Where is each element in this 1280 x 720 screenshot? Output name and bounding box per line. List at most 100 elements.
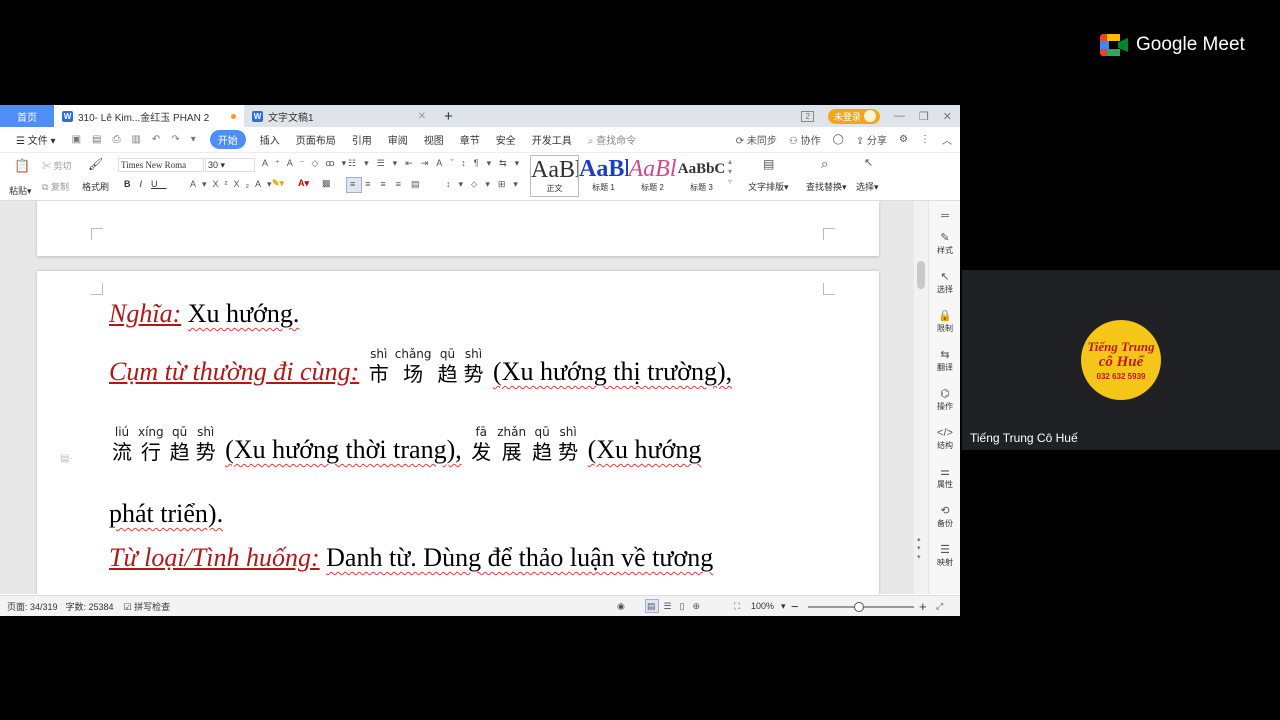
paragraph-handle-icon[interactable]: ▤· <box>60 453 73 464</box>
format-painter-icon[interactable]: 🖌 <box>88 157 103 171</box>
preview-icon[interactable]: ▥ <box>131 134 140 145</box>
select-cursor-icon[interactable]: ↖ <box>864 156 873 169</box>
spacing-tools[interactable]: ↕▾⬦▾⊞▾ <box>446 179 526 190</box>
align-tools[interactable]: ≡≡≡≡▤ <box>350 179 430 190</box>
zoom-dropdown-icon[interactable]: ▾ <box>781 601 786 612</box>
participant-tile[interactable]: Tiếng Trung cô Huế 032 632 5939 Tiếng Tr… <box>962 270 1280 450</box>
zoom-slider-knob[interactable] <box>854 602 864 612</box>
tab-document-2[interactable]: W 文字文稿1 ✕ <box>244 105 434 127</box>
font-size-select[interactable]: 30 ▾ <box>205 158 255 172</box>
save-icon[interactable]: ▣ <box>72 134 81 145</box>
zoom-level[interactable]: 100% <box>751 601 774 611</box>
style-heading-2[interactable]: AaBl 标题 2 <box>628 155 677 197</box>
text-format-tools[interactable]: BIU <box>124 179 167 189</box>
find-replace-button[interactable]: 查找替换▾ <box>806 180 847 193</box>
side-mapping[interactable]: ☰ 映射 <box>929 543 961 568</box>
side-restrict[interactable]: 🔒 限制 <box>929 309 961 334</box>
menu-tab-section[interactable]: 章节 <box>452 132 488 147</box>
view-mode-icons[interactable]: ▤☰▯⊕ <box>647 601 708 612</box>
copy-button[interactable]: ⧉ 复制 <box>42 180 69 193</box>
tab-home[interactable]: 首页 <box>0 105 54 127</box>
tab-document-active[interactable]: W 310- Lê Kim...金红玉 PHAN 2 <box>54 105 244 127</box>
more-icon[interactable]: ⋮ <box>920 134 930 145</box>
hanzi-char: 展 <box>501 440 522 464</box>
script-tools[interactable]: A▾X²X₂A▾ <box>190 179 278 190</box>
eye-protection-icon[interactable]: ◉ <box>617 601 625 612</box>
vertical-scrollbar[interactable]: ▴ ▾ ▾ <box>914 201 928 594</box>
zoom-slider[interactable] <box>808 602 914 612</box>
menu-tab-insert[interactable]: 插入 <box>252 132 288 147</box>
redo-icon[interactable]: ↷ <box>171 134 179 145</box>
menu-tab-developer[interactable]: 开发工具 <box>524 132 580 147</box>
participant-avatar: Tiếng Trung cô Huế 032 632 5939 <box>1081 320 1161 400</box>
side-properties[interactable]: ⚌ 属性 <box>929 465 961 490</box>
format-painter-button[interactable]: 格式刷 <box>82 180 109 193</box>
sync-status[interactable]: ⟳ 未同步 <box>736 132 777 147</box>
quick-access-toolbar: ▣ ▤ ⎙ ▥ ↶ ↷ ▾ <box>64 134 204 145</box>
list-tools[interactable]: ☷▾☰▾⇤⇥Aˇ↕¶▾⇆▾ <box>348 158 527 169</box>
fullscreen-icon[interactable]: ⤢ <box>936 601 943 612</box>
menu-tab-review[interactable]: 审阅 <box>380 132 416 147</box>
side-backup[interactable]: ⟲ 备份 <box>929 504 961 529</box>
settings-icon[interactable]: ⚙ <box>899 134 908 145</box>
menu-search[interactable]: ⌕ 查找命令 <box>580 132 644 147</box>
spell-check-button[interactable]: ☑ 拼写检查 <box>124 600 171 613</box>
restore-icon[interactable]: ❐ <box>919 110 929 123</box>
document-canvas[interactable]: Nghĩa: Xu hướng. Cụm từ thường đi cùng: … <box>0 201 960 594</box>
text-layout-icon[interactable]: ▤ <box>763 157 774 171</box>
collaborate-button[interactable]: ⚇ 协作 <box>789 132 821 147</box>
export-icon[interactable]: ▤ <box>92 134 101 145</box>
fit-page-icon[interactable]: ⛶ <box>734 601 740 612</box>
print-icon[interactable]: ⎙ <box>112 134 120 145</box>
minimize-icon[interactable]: — <box>894 110 905 122</box>
share-button[interactable]: ⇪ 分享 <box>856 132 887 147</box>
text-layout-button[interactable]: 文字排版▾ <box>748 180 789 193</box>
styles-scroll-icon[interactable]: ▴ ▾ ▿ <box>728 157 732 187</box>
side-styles[interactable]: ✎ 样式 <box>929 231 961 256</box>
menu-tab-view[interactable]: 视图 <box>416 132 452 147</box>
cut-button[interactable]: ✂ 剪切 <box>42 159 72 172</box>
scroll-arrows-icon[interactable]: ▴ ▾ ▾ <box>917 535 921 562</box>
menu-tab-references[interactable]: 引用 <box>344 132 380 147</box>
style-heading-3[interactable]: AaBbC 标题 3 <box>677 155 726 197</box>
select-button[interactable]: 选择▾ <box>856 180 879 193</box>
new-tab-button[interactable]: + <box>434 105 463 127</box>
side-select[interactable]: ↖ 选择 <box>929 270 961 295</box>
comment-icon[interactable]: ◯ <box>833 134 844 145</box>
pinyin-reading: shì <box>464 347 483 361</box>
file-menu[interactable]: ☰ 文件 ▾ <box>8 132 64 147</box>
menu-tab-security[interactable]: 安全 <box>488 132 524 147</box>
current-page[interactable]: Nghĩa: Xu hướng. Cụm từ thường đi cùng: … <box>37 271 879 594</box>
paste-icon[interactable]: 📋 <box>14 158 30 174</box>
side-operations[interactable]: ⌬ 操作 <box>929 387 961 412</box>
undo-icon[interactable]: ↶ <box>152 134 160 145</box>
menu-tab-layout[interactable]: 页面布局 <box>288 132 344 147</box>
font-color-icon[interactable]: A▾ <box>298 178 309 189</box>
more-dropdown-icon[interactable]: ▾ <box>191 134 196 145</box>
hanzi-char: 行 <box>140 440 161 464</box>
font-name-select[interactable]: Times New Roma <box>118 158 204 172</box>
style-normal[interactable]: AaBl 正文 <box>530 155 579 197</box>
collapse-ribbon-icon[interactable]: ︿ <box>942 132 952 147</box>
highlight-color-icon[interactable]: ✎▾ <box>272 178 284 189</box>
font-size-tools[interactable]: A⁺A⁻◇ꝏ▾ <box>262 158 353 169</box>
word-count[interactable]: 字数: 25384 <box>66 600 114 613</box>
side-structure[interactable]: </> 结构 <box>929 426 961 451</box>
char-border-icon[interactable]: ▩ <box>322 178 331 189</box>
close-window-icon[interactable]: ✕ <box>943 110 952 123</box>
page-count[interactable]: 页面: 34/319 <box>7 600 58 613</box>
zoom-out-button[interactable]: − <box>791 599 799 614</box>
login-button[interactable]: 未登录 <box>827 108 880 124</box>
zoom-in-button[interactable]: + <box>919 599 927 614</box>
side-translate[interactable]: ⇆ 翻译 <box>929 348 961 373</box>
window-count-badge[interactable]: 2 <box>801 110 814 122</box>
hanzi-char: 势 <box>463 362 484 386</box>
scrollbar-thumb[interactable] <box>917 261 925 289</box>
style-heading-1[interactable]: AaBl 标题 1 <box>579 155 628 197</box>
menu-tab-start[interactable]: 开始 <box>209 130 246 149</box>
paste-button[interactable]: 粘贴▾ <box>9 184 32 197</box>
find-replace-icon[interactable]: ⌕ <box>821 156 828 172</box>
style-normal-preview: AaBl <box>531 157 579 183</box>
close-tab-icon[interactable]: ✕ <box>418 111 426 122</box>
hanzi-char: 市 <box>368 362 389 386</box>
